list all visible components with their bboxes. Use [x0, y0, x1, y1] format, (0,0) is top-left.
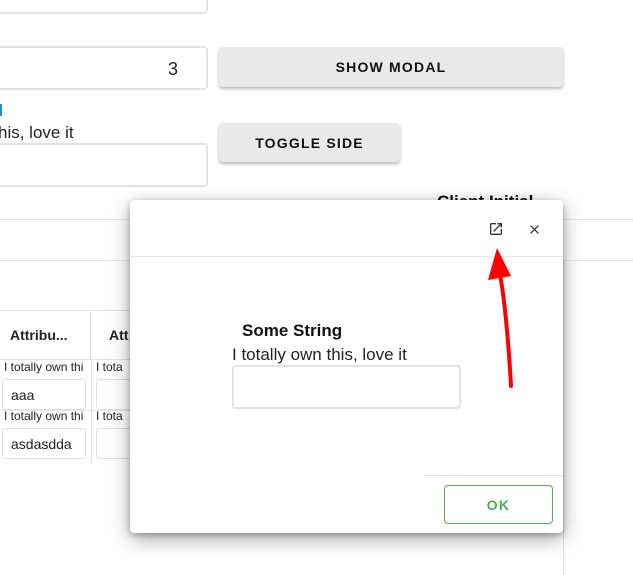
annotation-arrow-shaft — [498, 273, 513, 388]
annotation-arrow-head — [488, 248, 511, 280]
annotation-arrow — [488, 248, 513, 388]
